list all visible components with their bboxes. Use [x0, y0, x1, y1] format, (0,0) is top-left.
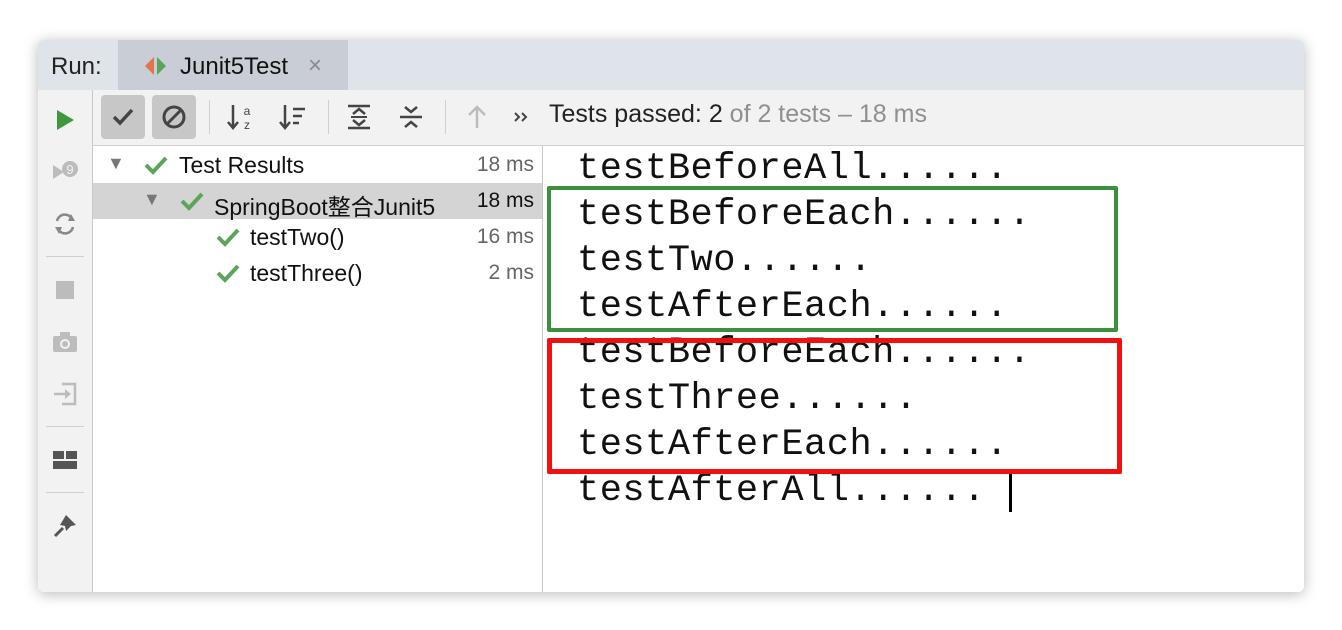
- run-sidebar: 9: [38, 90, 93, 592]
- test-results-tree[interactable]: ▼ Test Results 18 ms ▼ SpringBoot整合Junit…: [93, 146, 543, 592]
- dump-threads-button[interactable]: [47, 324, 83, 360]
- tree-row-class[interactable]: ▼ SpringBoot整合Junit5 18 ms: [93, 183, 542, 220]
- tree-time: 2 ms: [488, 261, 534, 284]
- ignored-icon: [162, 105, 186, 129]
- restore-layout-button[interactable]: [47, 442, 83, 478]
- checkmark-icon: [112, 108, 134, 126]
- tree-time: 18 ms: [476, 153, 534, 176]
- pin-icon: [53, 515, 76, 538]
- test-status-text: Tests passed: 2 of 2 tests – 18 ms: [549, 100, 927, 129]
- svg-text:9: 9: [66, 162, 73, 177]
- auto-test-icon: [55, 213, 75, 235]
- rerun-failed-button[interactable]: 9: [47, 154, 83, 190]
- import-icon: [54, 382, 77, 406]
- close-icon[interactable]: ×: [308, 52, 322, 80]
- tree-label: testThree(): [250, 260, 363, 286]
- previous-failed-button[interactable]: [455, 95, 499, 139]
- collapse-all-icon: [400, 106, 422, 128]
- console-output[interactable]: testBeforeAll...... testBeforeEach......…: [543, 146, 1304, 592]
- check-icon: [180, 192, 204, 211]
- tree-row-test[interactable]: testTwo() 16 ms: [93, 219, 542, 255]
- check-icon: [144, 156, 168, 175]
- run-config-icon: [144, 55, 168, 82]
- camera-icon: [53, 332, 77, 352]
- tree-label: testTwo(): [250, 224, 345, 250]
- svg-text:z: z: [244, 118, 250, 132]
- show-ignored-toggle[interactable]: [152, 95, 196, 139]
- tree-label: Test Results: [179, 152, 305, 178]
- console-line: testBeforeAll......: [577, 148, 1009, 190]
- check-icon: [216, 264, 240, 283]
- collapse-all-button[interactable]: [389, 95, 433, 139]
- tab-junit5test[interactable]: Junit5Test ×: [118, 40, 348, 90]
- arrow-up-icon: [468, 105, 486, 128]
- tree-time: 18 ms: [476, 189, 534, 212]
- status-passed-count: 2: [708, 100, 723, 128]
- text-caret: [1009, 474, 1012, 512]
- status-prefix: Tests passed:: [549, 100, 709, 128]
- chevron-double-right-icon: [514, 112, 528, 122]
- test-toolbar: a z Tests passed: 2 of 2 tests – 18 ms: [93, 90, 1304, 146]
- rerun-failed-icon: 9: [53, 161, 78, 179]
- tab-label: Junit5Test: [180, 53, 289, 80]
- more-actions-button[interactable]: [503, 95, 539, 139]
- sort-by-duration-button[interactable]: [271, 95, 315, 139]
- pin-tab-button[interactable]: [47, 508, 83, 544]
- expand-all-button[interactable]: [337, 95, 381, 139]
- console-line: testAfterAll......: [577, 470, 986, 512]
- svg-text:a: a: [244, 104, 251, 118]
- stop-button[interactable]: [47, 272, 83, 308]
- check-icon: [216, 228, 240, 247]
- tree-row-root[interactable]: ▼ Test Results 18 ms: [93, 147, 542, 183]
- highlight-box-red: [547, 338, 1122, 474]
- layout-icon: [53, 451, 77, 469]
- run-tool-window: Run: Junit5Test × 9 a z Tests passed: 2 …: [38, 40, 1304, 592]
- run-label: Run:: [51, 53, 102, 80]
- highlight-box-green: [547, 186, 1118, 332]
- sort-duration-icon: [279, 105, 305, 130]
- sort-alphabetically-button[interactable]: a z: [219, 95, 263, 139]
- run-icon: [57, 110, 74, 130]
- run-tab-bar: Run: Junit5Test ×: [38, 40, 1304, 91]
- expand-all-icon: [348, 104, 370, 130]
- sort-alpha-icon: a z: [227, 104, 251, 132]
- show-passed-toggle[interactable]: [101, 95, 145, 139]
- rerun-button[interactable]: [47, 102, 83, 138]
- expand-arrow-icon[interactable]: ▼: [107, 153, 125, 174]
- stop-icon: [56, 281, 74, 299]
- status-summary: of 2 tests – 18 ms: [722, 100, 927, 128]
- tree-label: SpringBoot整合Junit5: [214, 194, 436, 220]
- tree-row-test[interactable]: testThree() 2 ms: [93, 255, 542, 291]
- expand-arrow-icon[interactable]: ▼: [143, 189, 161, 210]
- import-tests-button[interactable]: [47, 376, 83, 412]
- toggle-auto-test-button[interactable]: [47, 206, 83, 242]
- tree-time: 16 ms: [476, 225, 534, 248]
